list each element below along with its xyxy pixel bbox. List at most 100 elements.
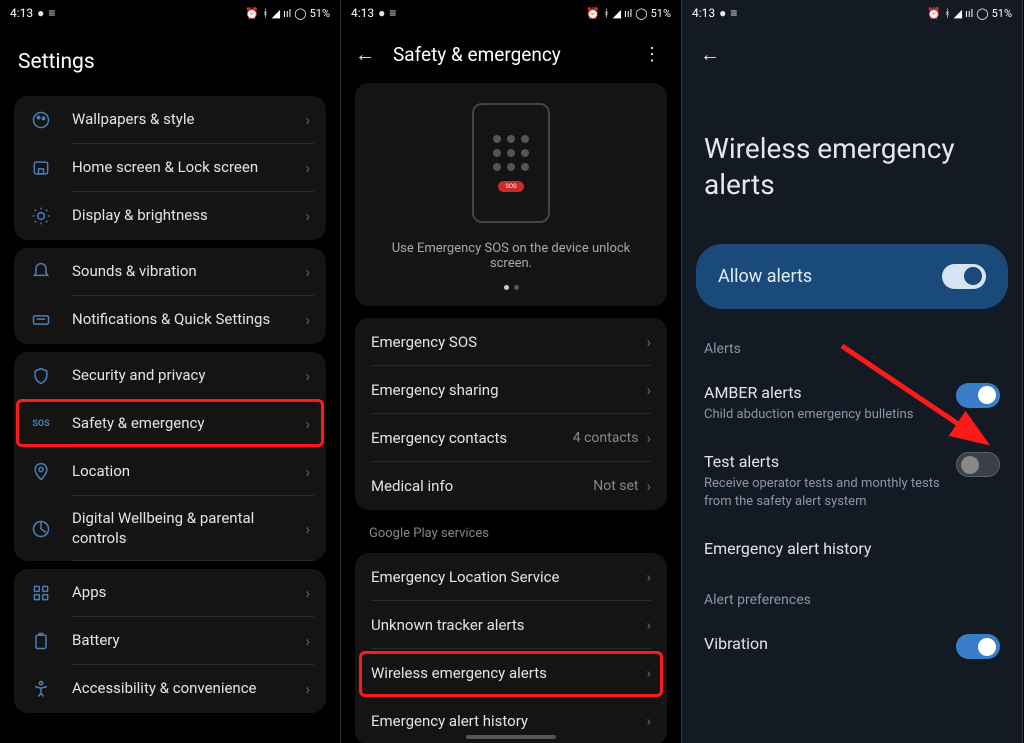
signal-icon: ııl bbox=[965, 7, 973, 20]
wellbeing-row[interactable]: Digital Wellbeing & parental controls › bbox=[14, 496, 326, 561]
safety-emergency-row[interactable]: SOS Safety & emergency › bbox=[14, 400, 326, 448]
signal-icon: ııl bbox=[624, 7, 632, 20]
display-row[interactable]: Display & brightness › bbox=[14, 192, 326, 240]
google-play-group: Emergency Location Service › Unknown tra… bbox=[355, 553, 667, 743]
sounds-row[interactable]: Sounds & vibration › bbox=[14, 248, 326, 296]
chevron-right-icon: › bbox=[305, 415, 310, 433]
emergency-location-row[interactable]: Emergency Location Service › bbox=[355, 553, 667, 601]
emergency-history-row[interactable]: Emergency alert history bbox=[682, 527, 1022, 578]
status-time: 4:13 bbox=[10, 6, 33, 20]
wellbeing-icon bbox=[30, 518, 52, 540]
chevron-right-icon: › bbox=[646, 568, 651, 586]
alarm-icon: ⏰ bbox=[586, 7, 600, 20]
emergency-contacts-row[interactable]: Emergency contacts 4 contacts › bbox=[355, 414, 667, 462]
apps-row[interactable]: Apps › bbox=[14, 569, 326, 617]
status-notif-icon: ● bbox=[37, 6, 44, 20]
settings-group: Security and privacy › SOS Safety & emer… bbox=[14, 352, 326, 561]
page-header: ← Safety & emergency ⋮ bbox=[341, 26, 681, 83]
alarm-icon: ⏰ bbox=[927, 7, 941, 20]
wallpapers-row[interactable]: Wallpapers & style › bbox=[14, 96, 326, 144]
shield-icon bbox=[30, 365, 52, 387]
chevron-right-icon: › bbox=[305, 207, 310, 225]
status-bar: 4:13 ● ≡ ⏰ ᚼ ◢ ııl ◯ 51% bbox=[682, 0, 1022, 26]
sos-pill: SOS bbox=[498, 181, 523, 192]
emergency-sharing-row[interactable]: Emergency sharing › bbox=[355, 366, 667, 414]
more-button[interactable]: ⋮ bbox=[637, 44, 667, 65]
status-time: 4:13 bbox=[351, 6, 374, 20]
wifi-icon: ◢ bbox=[613, 7, 621, 20]
section-header: Alerts bbox=[682, 337, 1022, 371]
battery-icon bbox=[30, 630, 52, 652]
chevron-right-icon: › bbox=[305, 680, 310, 698]
chevron-right-icon: › bbox=[305, 159, 310, 177]
chevron-right-icon: › bbox=[646, 429, 651, 447]
battery-row[interactable]: Battery › bbox=[14, 617, 326, 665]
home-lock-row[interactable]: Home screen & Lock screen › bbox=[14, 144, 326, 192]
wifi-icon: ◢ bbox=[272, 7, 280, 20]
page-indicator bbox=[371, 285, 651, 290]
wireless-alerts-screen: 4:13 ● ≡ ⏰ ᚼ ◢ ııl ◯ 51% ← Wireless emer… bbox=[682, 0, 1023, 743]
security-row[interactable]: Security and privacy › bbox=[14, 352, 326, 400]
battery-ring-icon: ◯ bbox=[976, 7, 988, 20]
sos-icon: SOS bbox=[30, 413, 52, 435]
wifi-icon: ◢ bbox=[954, 7, 962, 20]
chevron-right-icon: › bbox=[646, 333, 651, 351]
vibration-row[interactable]: Vibration bbox=[682, 622, 1022, 675]
settings-group: Wallpapers & style › Home screen & Lock … bbox=[14, 96, 326, 240]
chevron-right-icon: › bbox=[305, 632, 310, 650]
vibration-toggle[interactable] bbox=[956, 634, 1000, 659]
medical-info-row[interactable]: Medical info Not set › bbox=[355, 462, 667, 510]
test-toggle[interactable] bbox=[956, 452, 1000, 477]
chevron-right-icon: › bbox=[305, 520, 310, 538]
amber-toggle[interactable] bbox=[956, 383, 1000, 408]
chevron-right-icon: › bbox=[305, 367, 310, 385]
chevron-right-icon: › bbox=[646, 664, 651, 682]
back-button[interactable]: ← bbox=[355, 42, 375, 67]
home-icon bbox=[30, 157, 52, 179]
battery-ring-icon: ◯ bbox=[294, 7, 306, 20]
wireless-emergency-row[interactable]: Wireless emergency alerts › bbox=[355, 649, 667, 697]
gesture-bar bbox=[466, 735, 556, 739]
palette-icon bbox=[30, 109, 52, 131]
chevron-right-icon: › bbox=[305, 263, 310, 281]
chevron-right-icon: › bbox=[646, 616, 651, 634]
section-header: Google Play services bbox=[341, 518, 681, 545]
bell-icon bbox=[30, 261, 52, 283]
notification-icon bbox=[30, 309, 52, 331]
settings-group: Sounds & vibration › Notifications & Qui… bbox=[14, 248, 326, 344]
status-bar: 4:13 ● ≡ ⏰ ᚼ ◢ ııl ◯ 51% bbox=[341, 0, 681, 26]
pin-icon bbox=[30, 461, 52, 483]
sun-icon bbox=[30, 205, 52, 227]
chevron-right-icon: › bbox=[646, 477, 651, 495]
accessibility-icon bbox=[30, 678, 52, 700]
allow-alerts-toggle[interactable] bbox=[942, 264, 986, 289]
test-alerts-row[interactable]: Test alerts Receive operator tests and m… bbox=[682, 440, 1022, 527]
sos-caption: Use Emergency SOS on the device unlock s… bbox=[371, 241, 651, 271]
emergency-group: Emergency SOS › Emergency sharing › Emer… bbox=[355, 318, 667, 510]
amber-alerts-row[interactable]: AMBER alerts Child abduction emergency b… bbox=[682, 371, 1022, 440]
signal-icon: ııl bbox=[283, 7, 291, 20]
accessibility-row[interactable]: Accessibility & convenience › bbox=[14, 665, 326, 713]
battery-text: 51% bbox=[310, 7, 330, 20]
battery-ring-icon: ◯ bbox=[635, 7, 647, 20]
bluetooth-icon: ᚼ bbox=[262, 7, 269, 20]
page-title: Wireless emergency alerts bbox=[682, 83, 1022, 234]
battery-text: 51% bbox=[992, 7, 1012, 20]
notifications-row[interactable]: Notifications & Quick Settings › bbox=[14, 296, 326, 344]
emergency-sos-row[interactable]: Emergency SOS › bbox=[355, 318, 667, 366]
location-row[interactable]: Location › bbox=[14, 448, 326, 496]
alarm-icon: ⏰ bbox=[245, 7, 259, 20]
bluetooth-icon: ᚼ bbox=[944, 7, 951, 20]
bluetooth-icon: ᚼ bbox=[603, 7, 610, 20]
page-header: ← bbox=[682, 26, 1022, 83]
allow-alerts-card[interactable]: Allow alerts bbox=[696, 244, 1008, 309]
page-title: Settings bbox=[0, 26, 340, 88]
unknown-tracker-row[interactable]: Unknown tracker alerts › bbox=[355, 601, 667, 649]
apps-icon bbox=[30, 582, 52, 604]
section-header: Alert preferences bbox=[682, 578, 1022, 622]
chevron-right-icon: › bbox=[646, 381, 651, 399]
safety-emergency-screen: 4:13 ● ≡ ⏰ ᚼ ◢ ııl ◯ 51% ← Safety & emer… bbox=[341, 0, 682, 743]
status-bar: 4:13 ● ≡ ⏰ ᚼ ◢ ııl ◯ 51% bbox=[0, 0, 340, 26]
back-button[interactable]: ← bbox=[700, 42, 1004, 67]
status-time: 4:13 bbox=[692, 6, 715, 20]
